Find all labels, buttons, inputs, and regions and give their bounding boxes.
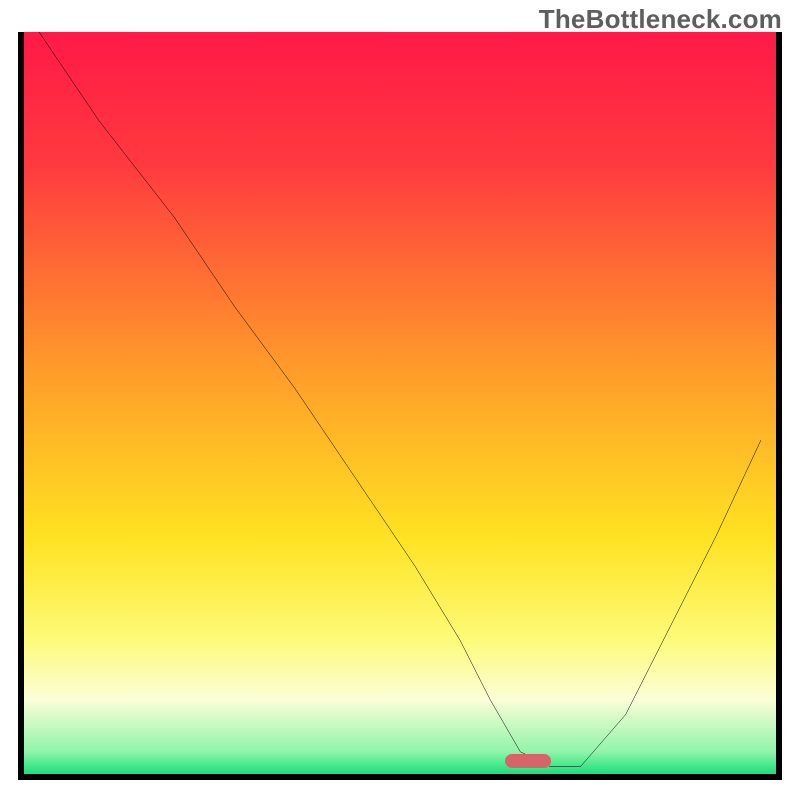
bottleneck-curve [24,32,776,774]
curve-path [39,32,761,767]
watermark-text: TheBottleneck.com [539,4,782,35]
chart-container: TheBottleneck.com [0,0,800,800]
plot-frame [18,32,782,780]
optimal-marker [505,754,551,768]
